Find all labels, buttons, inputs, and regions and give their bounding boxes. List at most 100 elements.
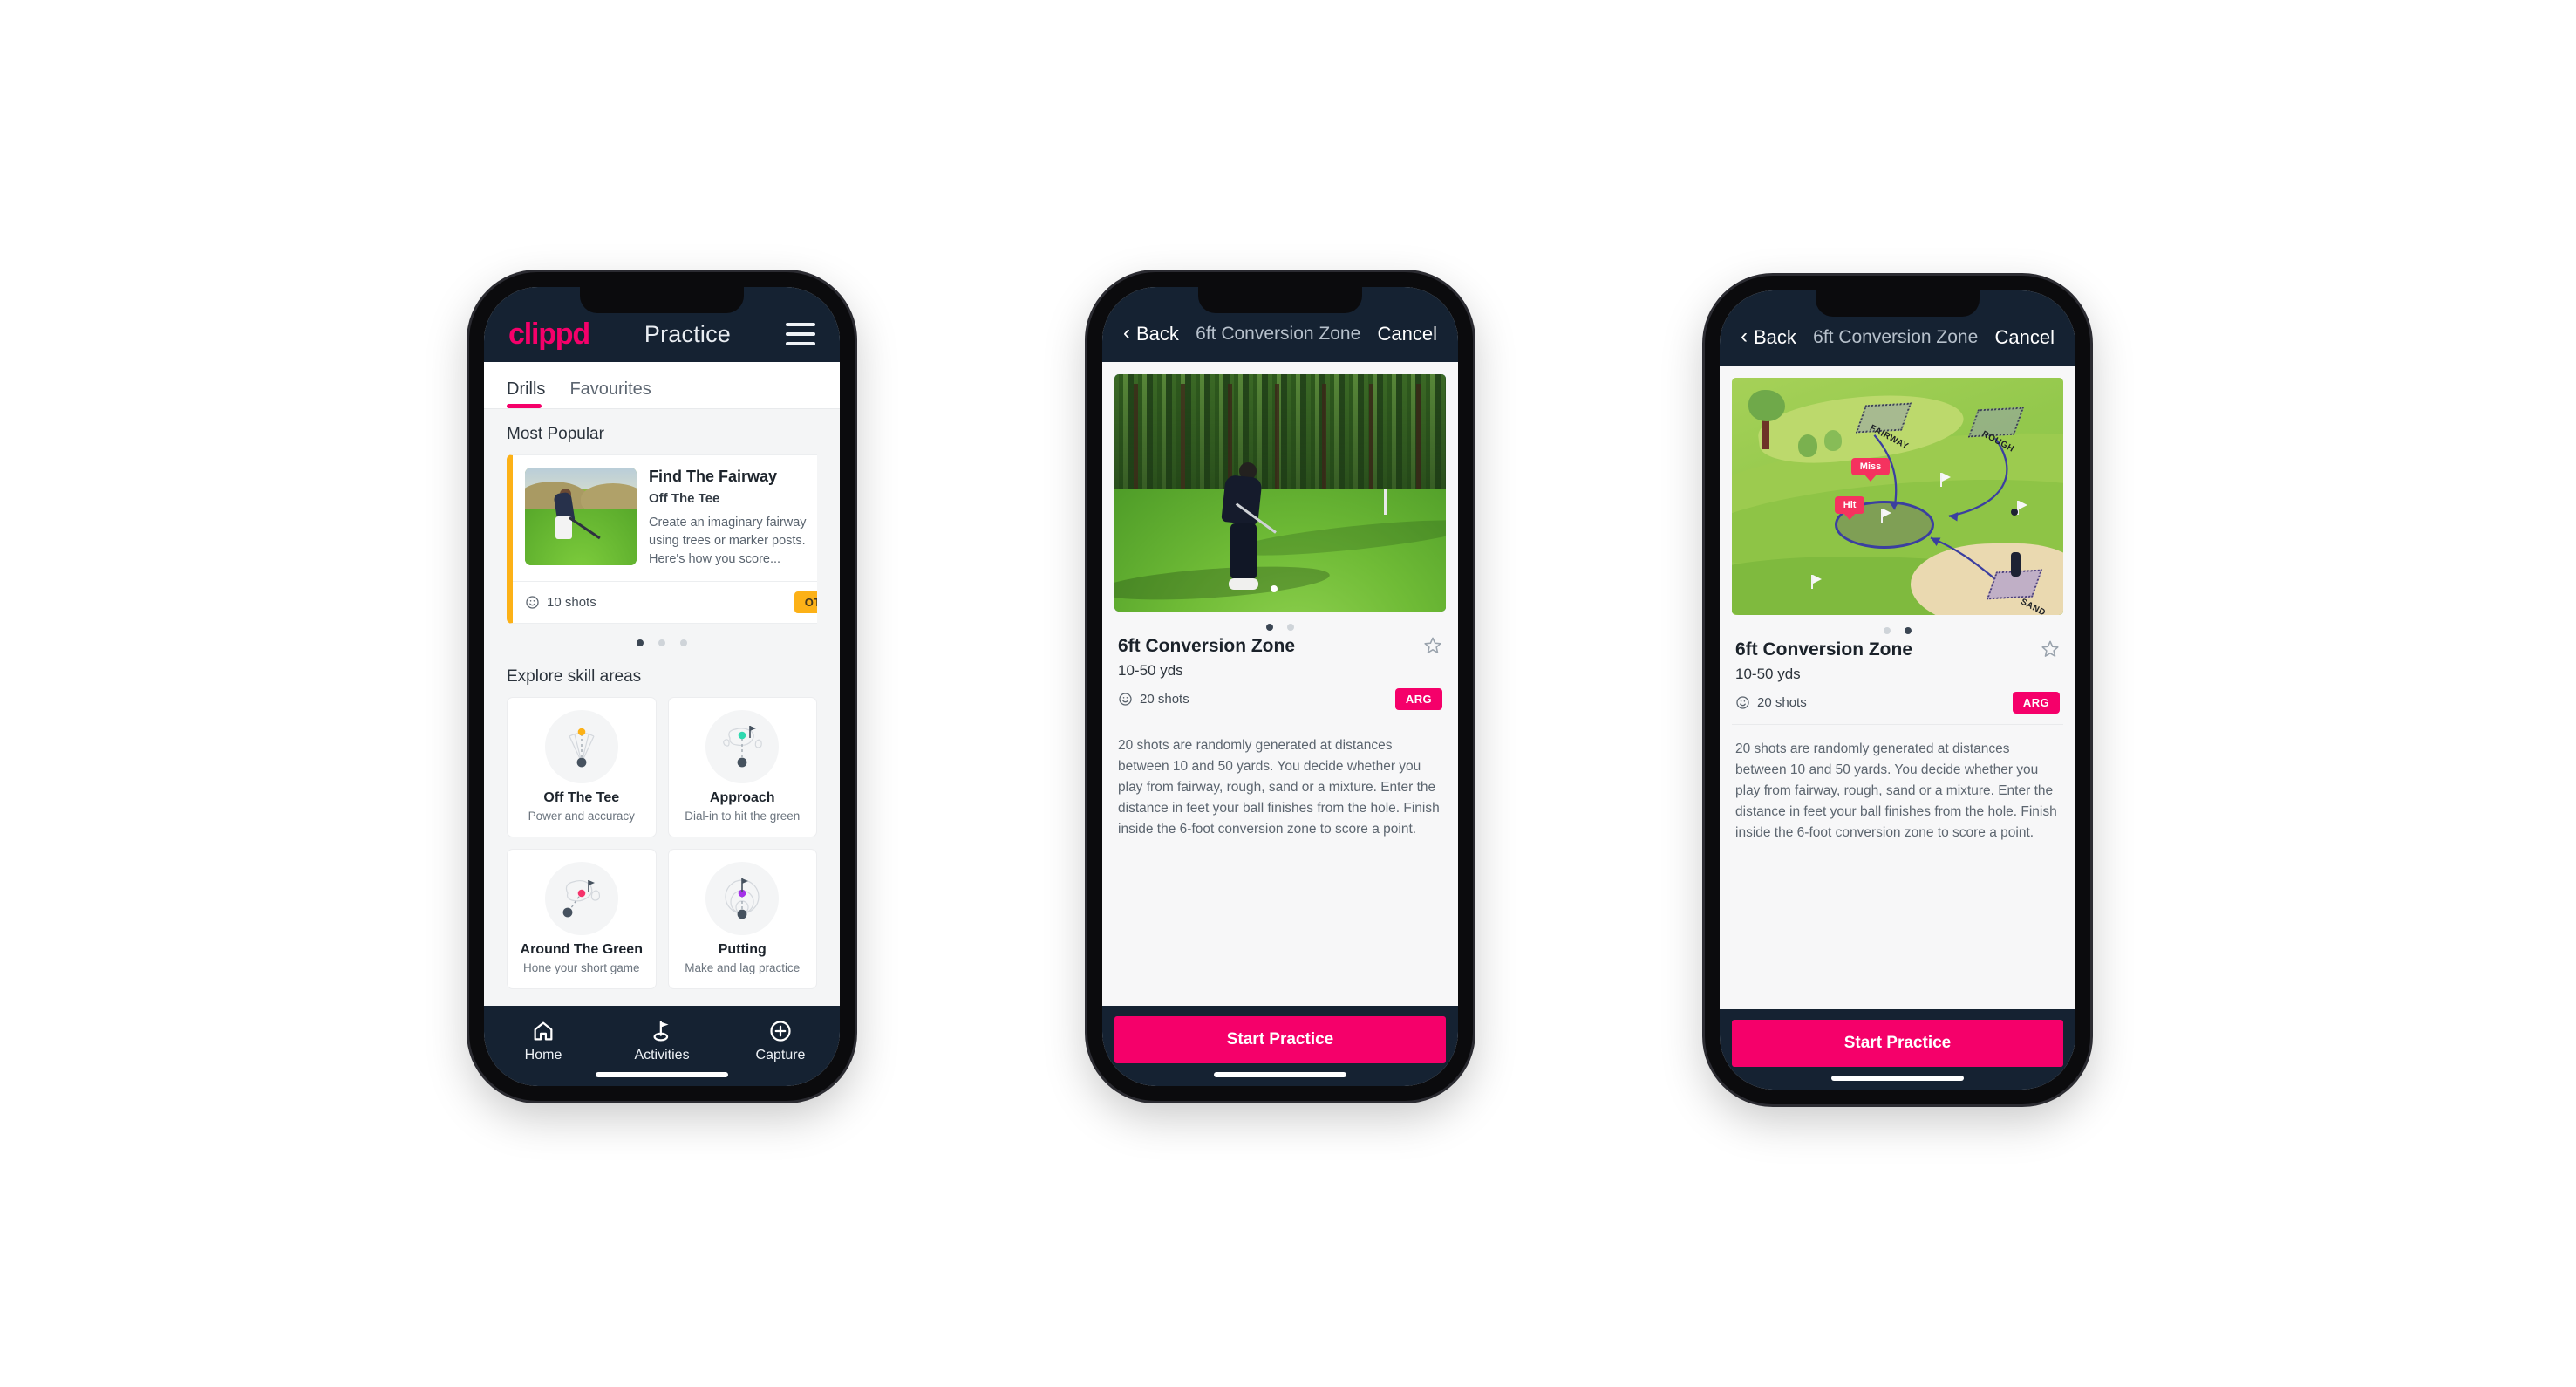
- star-outline-icon[interactable]: [2041, 639, 2060, 659]
- cancel-button[interactable]: Cancel: [1378, 323, 1437, 345]
- media-dot-2[interactable]: [1287, 624, 1294, 631]
- drill-card-top: Find The Fairway Off The Tee Create an i…: [513, 455, 817, 581]
- carousel-dots[interactable]: [507, 624, 817, 652]
- drill-distance-range: 10-50 yds: [1735, 666, 1801, 682]
- drill-shots: 20 shots: [1735, 695, 1807, 710]
- phone1-notch: [580, 287, 744, 313]
- pin-flag-icon: [1811, 574, 1823, 589]
- pin-flag-icon: [1881, 508, 1891, 523]
- carousel-dot-3[interactable]: [680, 639, 687, 647]
- page-title: Practice: [644, 320, 732, 347]
- drill-detail-description: 20 shots are randomly generated at dista…: [1118, 738, 1440, 837]
- drill-card-find-the-fairway[interactable]: Find The Fairway Off The Tee Create an i…: [507, 454, 817, 625]
- tee-fan-icon: [544, 710, 618, 784]
- home-indicator: [596, 1072, 728, 1077]
- drill-detail-header: 6ft Conversion Zone: [1114, 634, 1446, 657]
- phone2-content: 6ft Conversion Zone 10-50 yds 20 shots A…: [1102, 362, 1458, 1006]
- media-dot-1[interactable]: [1884, 627, 1891, 634]
- drill-description: Create an imaginary fairway using trees …: [649, 516, 807, 567]
- skill-card-putting[interactable]: Putting Make and lag practice: [667, 849, 817, 990]
- phone3-notch: [1816, 290, 1980, 317]
- bottom-nav-row: Home Activities Capture: [484, 1018, 840, 1063]
- cancel-button[interactable]: Cancel: [1995, 326, 2055, 349]
- skill-desc: Power and accuracy: [528, 810, 635, 823]
- marker-hit: Hit: [1834, 496, 1865, 514]
- golf-flag-icon: [603, 1018, 721, 1044]
- drill-thumbnail: [525, 468, 637, 565]
- media-carousel-dots[interactable]: [1732, 615, 2063, 638]
- drill-detail-description: 20 shots are randomly generated at dista…: [1735, 741, 2057, 841]
- skill-name: Putting: [718, 942, 767, 958]
- phone1-content: Most Popular Find The Fairway Off The Te…: [484, 409, 840, 1006]
- tab-drills[interactable]: Drills: [507, 379, 557, 408]
- back-button[interactable]: ‹ Back: [1123, 323, 1179, 345]
- chevron-left-icon: ‹: [1741, 325, 1748, 348]
- golfer-figure: [2010, 552, 2021, 577]
- back-label: Back: [1136, 323, 1179, 345]
- skill-name: Approach: [709, 790, 775, 806]
- nav-label-home: Home: [524, 1048, 562, 1062]
- drill-title: Find The Fairway: [649, 468, 778, 485]
- drill-card-meta: Find The Fairway Off The Tee Create an i…: [649, 468, 817, 569]
- most-popular-label: Most Popular: [507, 425, 604, 443]
- skill-name: Around The Green: [520, 942, 643, 958]
- skill-desc: Hone your short game: [522, 961, 640, 975]
- drill-shots-label: 20 shots: [1757, 695, 1807, 710]
- pin-flag-icon: [1940, 472, 1952, 487]
- drill-detail-meta-row: 20 shots ARG: [1114, 680, 1446, 721]
- drill-media-illustration[interactable]: FAIRWAY ROUGH SAND Miss Hit: [1732, 378, 2063, 615]
- drill-card-footer: 10 shots OTT: [513, 581, 817, 623]
- star-outline-icon[interactable]: [1423, 636, 1442, 655]
- nav-label-capture: Capture: [755, 1048, 806, 1062]
- home-indicator: [1831, 1076, 1964, 1081]
- back-label: Back: [1754, 326, 1796, 348]
- nav-item-home[interactable]: Home: [484, 1018, 603, 1063]
- approach-green-icon: [705, 710, 780, 784]
- start-practice-button[interactable]: Start Practice: [1732, 1020, 2063, 1067]
- carousel-dot-1[interactable]: [637, 639, 644, 647]
- clippd-logo[interactable]: clippd: [508, 319, 590, 349]
- skill-card-around-the-green[interactable]: Around The Green Hone your short game: [507, 849, 657, 990]
- nav-title: 6ft Conversion Zone: [1813, 327, 1979, 347]
- back-button[interactable]: ‹ Back: [1741, 326, 1796, 349]
- nav-item-activities[interactable]: Activities: [603, 1018, 721, 1063]
- nav-label-activities: Activities: [634, 1048, 690, 1062]
- drill-distance-range: 10-50 yds: [1118, 662, 1183, 679]
- nav-item-capture[interactable]: Capture: [721, 1018, 840, 1063]
- drill-detail-meta-row: 20 shots ARG: [1732, 683, 2063, 725]
- marker-miss: Miss: [1850, 458, 1891, 476]
- chevron-left-icon: ‹: [1123, 321, 1130, 345]
- start-practice-button[interactable]: Start Practice: [1114, 1016, 1446, 1063]
- phone-mockup-drill-detail-illustration: ‹ Back 6ft Conversion Zone Cancel FAIRWA…: [1705, 276, 2090, 1104]
- phone3-screen: ‹ Back 6ft Conversion Zone Cancel FAIRWA…: [1720, 290, 2075, 1090]
- chip-green-icon: [544, 862, 618, 936]
- skill-desc: Dial-in to hit the green: [685, 810, 801, 823]
- most-popular-carousel[interactable]: Find The Fairway Off The Tee Create an i…: [507, 454, 817, 625]
- drill-shots-label: 20 shots: [1140, 692, 1189, 707]
- drill-badge-arg: ARG: [1394, 688, 1442, 710]
- explore-skill-areas-label: Explore skill areas: [507, 667, 642, 687]
- media-dot-1[interactable]: [1266, 624, 1273, 631]
- bottom-navigation: Home Activities Capture: [484, 1006, 840, 1086]
- phone1-screen: clippd Practice Drills Favourites Most P…: [484, 287, 840, 1086]
- hamburger-icon[interactable]: [786, 323, 815, 345]
- phone2-notch: [1198, 287, 1362, 313]
- home-indicator: [1214, 1072, 1346, 1077]
- tab-favourites[interactable]: Favourites: [557, 379, 663, 408]
- carousel-dot-2[interactable]: [658, 639, 665, 647]
- drill-detail-name: 6ft Conversion Zone: [1735, 639, 1913, 659]
- media-dot-2[interactable]: [1905, 627, 1912, 634]
- putting-rings-icon: [705, 862, 780, 936]
- nav-title: 6ft Conversion Zone: [1196, 324, 1361, 344]
- clock-icon: [1118, 692, 1133, 707]
- drill-tabs: Drills Favourites: [484, 362, 840, 409]
- drill-detail-name: 6ft Conversion Zone: [1118, 636, 1296, 656]
- skill-card-approach[interactable]: Approach Dial-in to hit the green: [667, 697, 817, 838]
- drill-media-photo[interactable]: [1114, 374, 1446, 612]
- drill-shots-label: 10 shots: [547, 595, 596, 611]
- drill-subtitle: Off The Tee: [649, 491, 720, 506]
- media-carousel-dots[interactable]: [1114, 612, 1446, 634]
- clock-icon: [1735, 695, 1750, 710]
- drill-title-row: Find The Fairway: [649, 468, 817, 487]
- skill-card-off-the-tee[interactable]: Off The Tee Power and accuracy: [507, 697, 657, 838]
